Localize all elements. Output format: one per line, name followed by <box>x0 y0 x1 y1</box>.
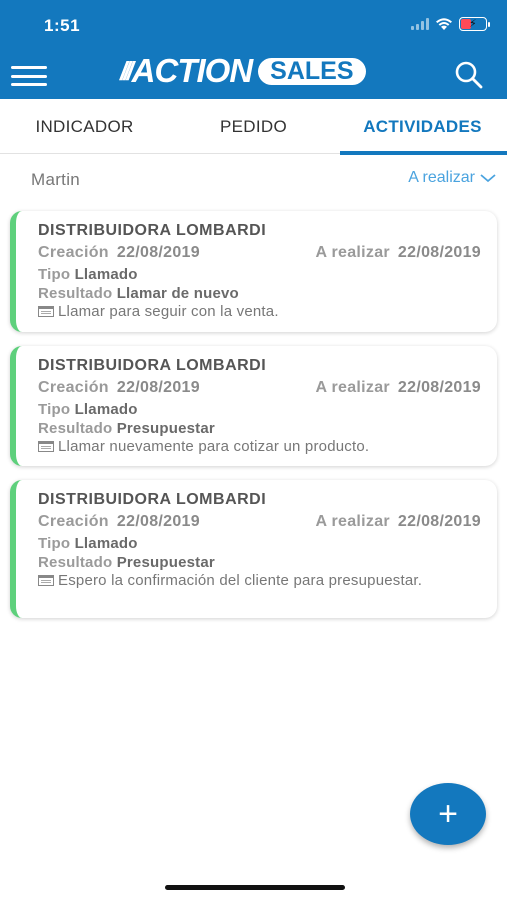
status-icons: ⚡ <box>411 17 490 31</box>
plus-icon: + <box>438 794 458 833</box>
activity-dates: Creación 22/08/2019 A realizar 22/08/2019 <box>38 512 481 534</box>
realizar-label: A realizar <box>315 513 390 530</box>
resultado-value: Presupuestar <box>116 554 215 571</box>
creacion-date: 22/08/2019 <box>116 379 200 396</box>
search-button[interactable] <box>453 60 485 90</box>
activity-note: Llamar para seguir con la venta. <box>38 303 481 321</box>
note-text: Espero la confirmación del cliente para … <box>58 572 423 589</box>
activity-note: Llamar nuevamente para cotizar un produc… <box>38 438 481 456</box>
filter-row: Martin A realizar <box>0 155 507 205</box>
chevron-down-icon <box>480 174 496 183</box>
tipo-value: Llamado <box>74 535 138 552</box>
realizar-label: A realizar <box>315 379 390 396</box>
add-activity-button[interactable]: + <box>410 783 486 845</box>
note-icon <box>38 306 54 317</box>
activity-tipo: Tipo Llamado <box>38 265 481 284</box>
activity-card[interactable]: DISTRIBUIDORA LOMBARDI Creación 22/08/201… <box>10 346 497 466</box>
tipo-label: Tipo <box>38 401 71 418</box>
resultado-value: Presupuestar <box>116 420 215 437</box>
activity-client: DISTRIBUIDORA LOMBARDI <box>38 357 267 374</box>
tipo-label: Tipo <box>38 266 71 283</box>
activity-card[interactable]: DISTRIBUIDORA LOMBARDI Creación 22/08/201… <box>10 480 497 618</box>
signal-icon <box>411 18 429 30</box>
tab-actividades[interactable]: ACTIVIDADES <box>338 99 507 155</box>
activity-client: DISTRIBUIDORA LOMBARDI <box>38 491 267 508</box>
activity-resultado: Resultado Llamar de nuevo <box>38 284 481 303</box>
creacion-label: Creación <box>38 379 109 396</box>
resultado-label: Resultado <box>38 420 113 437</box>
date-type-label: A realizar <box>408 169 475 186</box>
note-icon <box>38 575 54 586</box>
tab-bar: INDICADOR PEDIDO ACTIVIDADES <box>0 99 507 155</box>
tab-indicador[interactable]: INDICADOR <box>0 99 169 154</box>
creacion-label: Creación <box>38 244 109 261</box>
home-indicator[interactable] <box>165 885 345 890</box>
logo-sales-text: SALES <box>258 57 366 85</box>
date-type-dropdown[interactable]: A realizar <box>408 169 497 187</box>
activity-resultado: Resultado Presupuestar <box>38 419 481 438</box>
activity-resultado: Resultado Presupuestar <box>38 553 481 572</box>
resultado-value: Llamar de nuevo <box>116 285 239 302</box>
activity-note: Espero la confirmación del cliente para … <box>38 572 481 590</box>
tab-pedido[interactable]: PEDIDO <box>169 99 338 154</box>
realizar-label: A realizar <box>315 244 390 261</box>
realizar-date: 22/08/2019 <box>397 244 481 261</box>
search-icon <box>455 61 483 89</box>
logo-slashes: /// <box>120 55 134 86</box>
activity-tipo: Tipo Llamado <box>38 534 481 553</box>
menu-button[interactable] <box>11 66 47 86</box>
resultado-label: Resultado <box>38 285 113 302</box>
tipo-value: Llamado <box>74 401 138 418</box>
wifi-icon <box>436 18 452 30</box>
tipo-value: Llamado <box>74 266 138 283</box>
creacion-date: 22/08/2019 <box>116 244 200 261</box>
resultado-label: Resultado <box>38 554 113 571</box>
user-name: Martin <box>31 170 81 189</box>
logo-action-text: ACTION <box>131 52 253 89</box>
activity-dates: Creación 22/08/2019 A realizar 22/08/2019 <box>38 378 481 400</box>
tipo-label: Tipo <box>38 535 71 552</box>
status-time: 1:51 <box>44 16 81 35</box>
creacion-date: 22/08/2019 <box>116 513 200 530</box>
creacion-label: Creación <box>38 513 109 530</box>
activity-client: DISTRIBUIDORA LOMBARDI <box>38 222 267 239</box>
realizar-date: 22/08/2019 <box>397 513 481 530</box>
battery-icon: ⚡ <box>459 17 490 31</box>
note-text: Llamar nuevamente para cotizar un produc… <box>58 438 370 455</box>
app-logo: /// ACTION SALES <box>120 52 366 89</box>
activity-card[interactable]: DISTRIBUIDORA LOMBARDI Creación 22/08/201… <box>10 211 497 332</box>
realizar-date: 22/08/2019 <box>397 379 481 396</box>
app-header: 1:51 ⚡ /// ACTION SALES <box>0 0 507 99</box>
note-text: Llamar para seguir con la venta. <box>58 303 279 320</box>
note-icon <box>38 441 54 452</box>
activity-tipo: Tipo Llamado <box>38 400 481 419</box>
activity-dates: Creación 22/08/2019 A realizar 22/08/2019 <box>38 243 481 265</box>
